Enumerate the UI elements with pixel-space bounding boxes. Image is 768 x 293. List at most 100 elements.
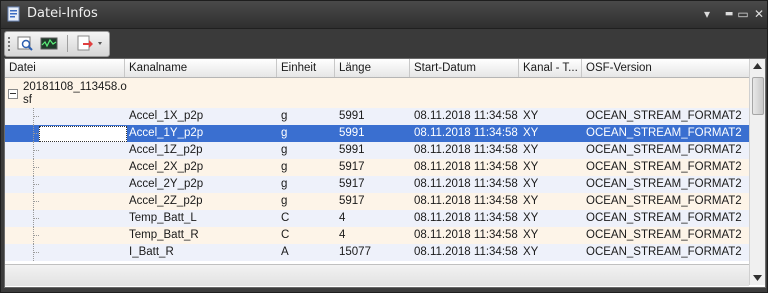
cell-start-datum: 08.11.2018 11:34:58 — [414, 195, 518, 207]
focus-cell[interactable] — [39, 126, 127, 142]
column-header-kanal-t[interactable]: Kanal - T... — [519, 59, 582, 77]
cell-laenge: 5991 — [339, 144, 365, 156]
cell-kanal-t: XY — [523, 246, 539, 258]
export-dropdown-icon[interactable] — [75, 34, 105, 53]
cell-kanalname: Accel_2Z_p2p — [129, 195, 203, 207]
tree-connector — [33, 116, 39, 117]
toolbar-separator — [67, 35, 68, 52]
cell-kanal-t: XY — [523, 212, 539, 224]
table-row[interactable]: Accel_1Y_p2p g 5991 08.11.2018 11:34:58 XY OC… — [5, 125, 749, 142]
cell-einheit: C — [281, 212, 290, 224]
cell-osf-version: OCEAN_STREAM_FORMAT2 — [586, 161, 742, 173]
cell-start-datum: 08.11.2018 11:34:58 — [414, 110, 518, 122]
vertical-scrollbar[interactable] — [749, 59, 765, 285]
file-name: 20181108_113458.osf — [23, 81, 127, 106]
cell-kanal-t: XY — [523, 144, 539, 156]
signal-view-icon[interactable] — [39, 34, 59, 53]
cell-kanal-t: XY — [523, 127, 539, 139]
cell-osf-version: OCEAN_STREAM_FORMAT2 — [586, 110, 742, 122]
cell-kanalname: Accel_1Y_p2p — [129, 127, 204, 139]
scrollbar-thumb[interactable] — [752, 77, 764, 115]
preview-icon[interactable] — [15, 34, 35, 53]
cell-laenge: 4 — [339, 229, 346, 241]
column-header-kanalname[interactable]: Kanalname — [125, 59, 277, 77]
table-row[interactable]: Accel_1X_p2p g 5991 08.11.2018 11:34:58 XY OC… — [5, 108, 749, 125]
cell-kanalname: Accel_1Z_p2p — [129, 144, 203, 156]
cell-laenge: 5917 — [339, 161, 365, 173]
cell-laenge: 15077 — [339, 246, 371, 258]
table-row[interactable]: Temp_Batt_L C 4 08.11.2018 11:34:58 XY OCEAN_… — [5, 210, 749, 227]
table-row[interactable]: Accel_1Z_p2p g 5991 08.11.2018 11:34:58 XY OC… — [5, 142, 749, 159]
cell-kanalname: Accel_2X_p2p — [129, 161, 204, 173]
cell-einheit: g — [281, 144, 288, 156]
cell-start-datum: 08.11.2018 11:34:58 — [414, 178, 518, 190]
cell-start-datum: 08.11.2018 11:34:58 — [414, 127, 518, 139]
scroll-up-icon[interactable] — [753, 63, 762, 69]
cell-start-datum: 08.11.2018 11:34:58 — [414, 161, 518, 173]
cell-einheit: C — [281, 229, 290, 241]
toolbar-grip[interactable] — [8, 37, 10, 51]
column-header-start-datum[interactable]: Start-Datum — [410, 59, 519, 77]
title-bar[interactable]: Datei-Infos ▾ ▬ ▭ ✕ — [1, 1, 767, 29]
column-header-datei[interactable]: Datei — [5, 59, 125, 77]
scroll-down-icon[interactable] — [753, 275, 762, 281]
cell-kanalname: Temp_Batt_R — [129, 229, 199, 241]
cell-kanal-t: XY — [523, 161, 539, 173]
toolbar — [4, 31, 110, 57]
cell-kanalname: Accel_1X_p2p — [129, 110, 204, 122]
cell-einheit: A — [281, 246, 289, 258]
column-header-laenge[interactable]: Länge — [335, 59, 410, 77]
table-row[interactable]: Accel_2Y_p2p g 5917 08.11.2018 11:34:58 XY OC… — [5, 176, 749, 193]
cell-kanal-t: XY — [523, 178, 539, 190]
tree-connector — [33, 184, 39, 185]
cell-osf-version: OCEAN_STREAM_FORMAT2 — [586, 178, 742, 190]
pin-menu-button[interactable]: ▾ — [699, 7, 715, 21]
toolbar-area — [1, 29, 767, 59]
cell-osf-version: OCEAN_STREAM_FORMAT2 — [586, 229, 742, 241]
table-row[interactable]: I_Batt_R A 15077 08.11.2018 11:34:58 XY OCEAN… — [5, 244, 749, 261]
tree-connector — [33, 218, 39, 219]
close-button[interactable]: ✕ — [751, 7, 767, 21]
table-row[interactable]: Accel_2Z_p2p g 5917 08.11.2018 11:34:58 XY OC… — [5, 193, 749, 210]
window-title: Datei-Infos — [27, 6, 98, 21]
cell-kanalname: Accel_2Y_p2p — [129, 178, 204, 190]
cell-einheit: g — [281, 178, 288, 190]
cell-laenge: 4 — [339, 212, 346, 224]
file-info-window: Datei-Infos ▾ ▬ ▭ ✕ Datei Kanalname Einh… — [0, 0, 768, 293]
cell-laenge: 5917 — [339, 195, 365, 207]
cell-start-datum: 08.11.2018 11:34:58 — [414, 212, 518, 224]
cell-einheit: g — [281, 110, 288, 122]
cell-kanal-t: XY — [523, 229, 539, 241]
cell-start-datum: 08.11.2018 11:34:58 — [414, 144, 518, 156]
tree-connector — [33, 201, 39, 202]
grid-footer — [5, 264, 749, 286]
collapse-toggle-icon[interactable] — [8, 89, 18, 99]
maximize-button[interactable]: ▭ — [735, 7, 751, 21]
file-group-row[interactable]: 20181108_113458.osf — [5, 78, 749, 108]
file-info-grid: Datei Kanalname Einheit Länge Start-Datu… — [4, 58, 766, 288]
cell-einheit: g — [281, 161, 288, 173]
cell-laenge: 5991 — [339, 127, 365, 139]
tree-connector — [33, 167, 39, 168]
cell-kanalname: I_Batt_R — [129, 246, 174, 258]
cell-laenge: 5917 — [339, 178, 365, 190]
column-header-einheit[interactable]: Einheit — [277, 59, 335, 77]
tree-connector — [33, 150, 39, 151]
cell-start-datum: 08.11.2018 11:34:58 — [414, 229, 518, 241]
cell-kanal-t: XY — [523, 195, 539, 207]
cell-start-datum: 08.11.2018 11:34:58 — [414, 246, 518, 258]
cell-osf-version: OCEAN_STREAM_FORMAT2 — [586, 144, 742, 156]
column-header-osf-version[interactable]: OSF-Version — [582, 59, 749, 77]
file-info-icon — [7, 6, 20, 22]
cell-osf-version: OCEAN_STREAM_FORMAT2 — [586, 127, 742, 139]
cell-osf-version: OCEAN_STREAM_FORMAT2 — [586, 212, 742, 224]
tree-connector — [33, 252, 39, 253]
table-row[interactable]: Temp_Batt_R C 4 08.11.2018 11:34:58 XY OCEAN_… — [5, 227, 749, 244]
table-row[interactable]: Accel_2X_p2p g 5917 08.11.2018 11:34:58 XY OC… — [5, 159, 749, 176]
cell-einheit: g — [281, 127, 288, 139]
grid-body: 20181108_113458.osf Accel_1X_p2p g 5991 08.… — [5, 78, 749, 264]
cell-kanalname: Temp_Batt_L — [129, 212, 197, 224]
cell-osf-version: OCEAN_STREAM_FORMAT2 — [586, 246, 742, 258]
cell-kanal-t: XY — [523, 110, 539, 122]
grid-header: Datei Kanalname Einheit Länge Start-Datu… — [5, 59, 749, 78]
